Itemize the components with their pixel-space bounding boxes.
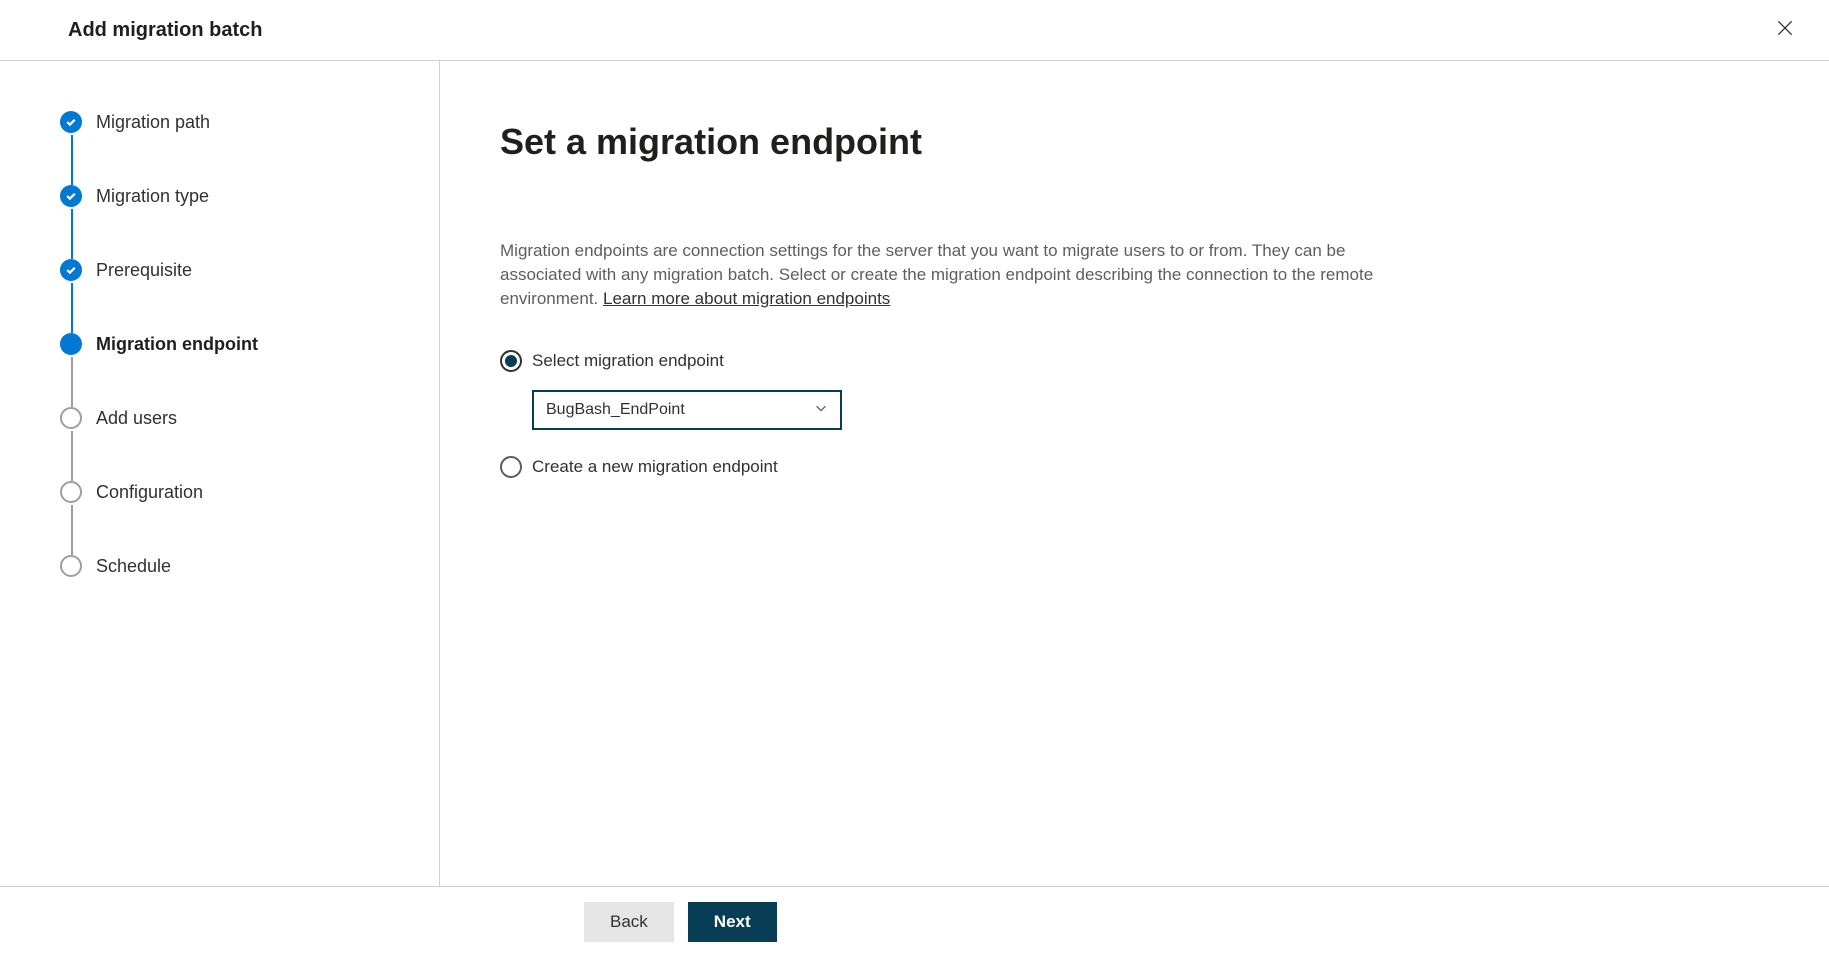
step-configuration[interactable]: Configuration: [60, 481, 399, 555]
page-title: Set a migration endpoint: [500, 121, 1769, 163]
close-button[interactable]: [1775, 18, 1799, 42]
step-list: Migration path Migration type Prerequisi…: [60, 111, 399, 577]
header-title: Add migration batch: [68, 19, 262, 42]
future-step-icon: [60, 407, 82, 429]
step-label: Migration endpoint: [96, 334, 258, 355]
step-label: Schedule: [96, 556, 171, 577]
step-label: Add users: [96, 408, 177, 429]
endpoint-dropdown[interactable]: BugBash_EndPoint: [532, 390, 842, 430]
checkmark-icon: [60, 185, 82, 207]
radio-selected-icon: [500, 350, 522, 372]
step-label: Prerequisite: [96, 260, 192, 281]
dropdown-value: BugBash_EndPoint: [546, 401, 685, 419]
current-step-icon: [60, 333, 82, 355]
checkmark-icon: [60, 111, 82, 133]
description-text: Migration endpoints are connection setti…: [500, 239, 1400, 310]
step-schedule[interactable]: Schedule: [60, 555, 399, 577]
learn-more-link[interactable]: Learn more about migration endpoints: [603, 289, 890, 308]
future-step-icon: [60, 555, 82, 577]
step-migration-type[interactable]: Migration type: [60, 185, 399, 259]
radio-create-endpoint[interactable]: Create a new migration endpoint: [500, 456, 1769, 478]
content-area: Migration path Migration type Prerequisi…: [0, 61, 1829, 886]
footer: Back Next: [0, 886, 1829, 956]
step-prerequisite[interactable]: Prerequisite: [60, 259, 399, 333]
chevron-down-icon: [814, 401, 828, 420]
step-add-users[interactable]: Add users: [60, 407, 399, 481]
step-label: Configuration: [96, 482, 203, 503]
step-migration-path[interactable]: Migration path: [60, 111, 399, 185]
future-step-icon: [60, 481, 82, 503]
checkmark-icon: [60, 259, 82, 281]
next-button[interactable]: Next: [688, 902, 777, 942]
back-button[interactable]: Back: [584, 902, 674, 942]
sidebar: Migration path Migration type Prerequisi…: [0, 61, 440, 886]
header: Add migration batch: [0, 0, 1829, 61]
radio-unselected-icon: [500, 456, 522, 478]
endpoint-radio-group: Select migration endpoint BugBash_EndPoi…: [500, 350, 1769, 478]
radio-label: Select migration endpoint: [532, 351, 724, 371]
step-migration-endpoint[interactable]: Migration endpoint: [60, 333, 399, 407]
radio-select-endpoint[interactable]: Select migration endpoint: [500, 350, 1769, 372]
close-icon: [1775, 18, 1795, 38]
main-panel: Set a migration endpoint Migration endpo…: [440, 61, 1829, 886]
step-label: Migration type: [96, 186, 209, 207]
radio-label: Create a new migration endpoint: [532, 457, 778, 477]
step-label: Migration path: [96, 112, 210, 133]
